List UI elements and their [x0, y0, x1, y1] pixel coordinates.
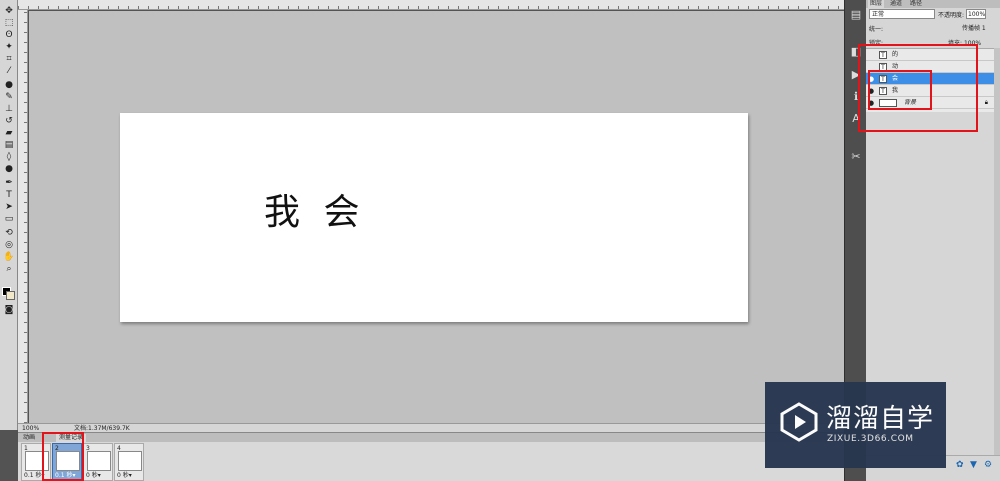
crop-tool-icon[interactable]: ⌗	[3, 54, 15, 64]
actions-icon[interactable]: ▶	[849, 68, 863, 82]
status-bar: 100% 文档:1.37M/639.7K	[18, 423, 844, 432]
layer-name: 动	[892, 63, 899, 70]
frame-thumbnail	[118, 451, 142, 471]
document-canvas[interactable]: 我 会	[120, 113, 748, 322]
character-icon[interactable]: A	[849, 112, 863, 126]
animation-frame-4[interactable]: 4 0 秒▾	[114, 443, 144, 481]
watermark-title: 溜溜自学	[826, 404, 935, 434]
text-layer-icon: T	[879, 63, 887, 71]
text-layer-icon: T	[879, 75, 887, 83]
unify-label: 统一:	[869, 26, 884, 33]
watermark-url: ZIXUE.3D66.COM	[827, 434, 914, 444]
path-select-tool-icon[interactable]: ➤	[3, 202, 15, 212]
layer-name: 的	[892, 51, 899, 58]
layer-row-wo[interactable]: ● T 我	[866, 85, 994, 97]
layer-name: 会	[892, 75, 899, 82]
shape-tool-icon[interactable]: ▭	[3, 214, 15, 224]
layer-name: 我	[892, 87, 899, 94]
gradient-tool-icon[interactable]: ▤	[3, 140, 15, 150]
animation-frame-3[interactable]: 3 0 秒▾	[83, 443, 113, 481]
tool-presets-icon[interactable]: ✂	[849, 150, 863, 164]
3d-orbit-tool-icon[interactable]: ◎	[3, 240, 15, 250]
animation-frame-2[interactable]: 2 0.1 秒▾	[52, 443, 82, 481]
brush-tool-icon[interactable]: ✎	[3, 92, 15, 102]
canvas-text[interactable]: 我 会	[264, 183, 365, 235]
link-layers-icon[interactable]: ✿	[956, 460, 966, 470]
frame-delay[interactable]: 0 秒▾	[117, 470, 132, 479]
blend-mode-select[interactable]: 正常	[869, 9, 935, 19]
new-group-icon[interactable]: ▼	[970, 460, 980, 470]
history-icon[interactable]: ▤	[849, 8, 863, 22]
tab-channels[interactable]: 通道	[888, 0, 904, 8]
horizontal-ruler	[18, 0, 844, 10]
pen-tool-icon[interactable]: ✒	[3, 178, 15, 188]
lock-icon: 🔒︎	[984, 99, 988, 106]
frame-thumbnail	[25, 451, 49, 471]
toolbox: ✥ ⬚ ʘ ✦ ⌗ ⁄ ● ✎ ⊥ ↺ ▰ ▤ ◊ ● ✒ T ➤ ▭ ⟲ ◎ …	[0, 0, 18, 430]
tab-animation[interactable]: 动画	[20, 434, 38, 442]
layer-list: T 的 T 动 ● T 会 ● T 我 ● 背景 🔒︎	[866, 48, 994, 112]
layer-row-background[interactable]: ● 背景 🔒︎	[866, 97, 994, 109]
settings-icon[interactable]: ⚙	[984, 460, 994, 470]
layer-row-dong[interactable]: T 动	[866, 61, 994, 73]
frame-thumbnail	[56, 451, 80, 471]
frame-delay[interactable]: 0.1 秒▾	[55, 470, 75, 479]
quick-mask-icon[interactable]: ◙	[3, 305, 15, 315]
fill-label: 填充:	[948, 40, 963, 47]
animation-tab-bar: 动画 测量记录	[18, 433, 844, 442]
marquee-tool-icon[interactable]: ⬚	[3, 18, 15, 28]
lasso-tool-icon[interactable]: ʘ	[3, 30, 15, 40]
history-brush-tool-icon[interactable]: ↺	[3, 116, 15, 126]
type-tool-icon[interactable]: T	[3, 190, 15, 200]
3d-rotate-tool-icon[interactable]: ⟲	[3, 228, 15, 238]
animation-frame-1[interactable]: 1 0.1 秒▾	[21, 443, 51, 481]
layer-row-hui[interactable]: ● T 会	[866, 73, 994, 85]
play-logo-icon	[780, 402, 818, 442]
text-layer-icon: T	[879, 87, 887, 95]
propagate-frame-checkbox[interactable]: 传播帧 1	[962, 23, 986, 32]
layer-name: 背景	[904, 99, 917, 106]
frame-thumbnail	[87, 451, 111, 471]
animation-panel: 动画 测量记录 1 0.1 秒▾ 2 0.1 秒▾ 3 0 秒▾ 4 0 秒▾	[18, 432, 844, 481]
stamp-tool-icon[interactable]: ⊥	[3, 104, 15, 114]
tab-measurement-log[interactable]: 测量记录	[56, 434, 87, 442]
info-icon[interactable]: ℹ	[849, 90, 863, 104]
photoshop-window: ✥ ⬚ ʘ ✦ ⌗ ⁄ ● ✎ ⊥ ↺ ▰ ▤ ◊ ● ✒ T ➤ ▭ ⟲ ◎ …	[0, 0, 1000, 481]
frame-delay[interactable]: 0 秒▾	[86, 470, 101, 479]
fill-control[interactable]: 填充: 100%	[948, 38, 981, 47]
lock-label: 锁定:	[869, 40, 884, 47]
dodge-tool-icon[interactable]: ●	[3, 164, 15, 174]
navigator-icon[interactable]: ◧	[849, 45, 863, 59]
eye-icon[interactable]: ●	[868, 73, 876, 85]
vertical-ruler	[18, 10, 28, 423]
hand-tool-icon[interactable]: ✋	[3, 252, 15, 262]
tab-layers[interactable]: 图层	[868, 0, 885, 8]
blur-tool-icon[interactable]: ◊	[3, 152, 15, 162]
tab-paths[interactable]: 路径	[908, 0, 924, 8]
background-color-swatch[interactable]	[6, 291, 15, 300]
opacity-label: 不透明度:	[938, 12, 965, 19]
text-layer-icon: T	[879, 51, 887, 59]
magic-wand-tool-icon[interactable]: ✦	[3, 42, 15, 52]
eraser-tool-icon[interactable]: ▰	[3, 128, 15, 138]
panel-scrollbar[interactable]	[994, 48, 1000, 478]
fill-value[interactable]: 100%	[964, 40, 981, 47]
watermark-logo: 溜溜自学 ZIXUE.3D66.COM	[765, 382, 946, 468]
healing-tool-icon[interactable]: ●	[3, 80, 15, 90]
move-tool-icon[interactable]: ✥	[3, 6, 15, 16]
layers-panel-tabs: 图层 通道 路径	[866, 0, 1000, 8]
opacity-input[interactable]: 100%	[966, 9, 986, 19]
zoom-tool-icon[interactable]: ⌕	[3, 264, 15, 274]
canvas-workspace[interactable]: 我 会	[29, 11, 844, 423]
eyedropper-tool-icon[interactable]: ⁄	[3, 66, 15, 76]
eye-icon[interactable]: ●	[868, 85, 876, 97]
layer-row-de[interactable]: T 的	[866, 49, 994, 61]
eye-icon[interactable]: ●	[868, 97, 876, 109]
background-thumbnail	[879, 99, 897, 107]
frame-delay[interactable]: 0.1 秒▾	[24, 470, 44, 479]
